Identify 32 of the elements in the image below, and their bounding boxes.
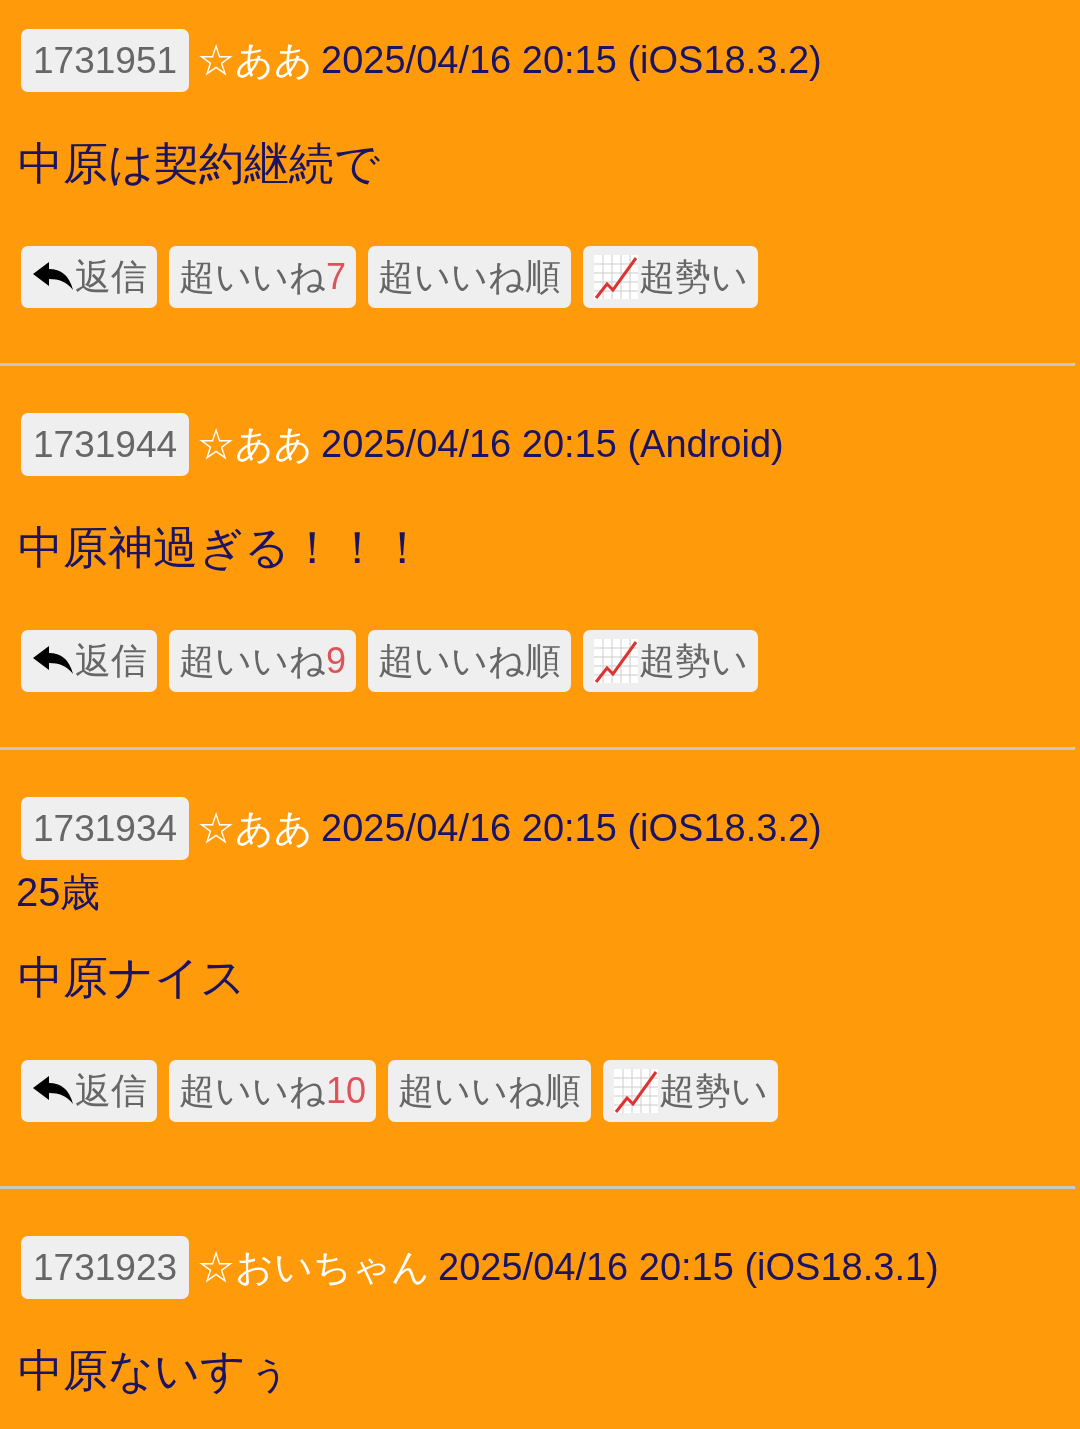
poster-name: ☆ああ bbox=[197, 422, 314, 467]
poster-name: ☆ああ bbox=[197, 806, 314, 851]
trend-button[interactable]: 超勢い bbox=[603, 1060, 779, 1122]
trend-button[interactable]: 超勢い bbox=[583, 246, 759, 308]
reply-button[interactable]: 返信 bbox=[21, 246, 157, 308]
sort-button[interactable]: 超いいね順 bbox=[368, 246, 572, 308]
like-button[interactable]: 超いいね7 bbox=[169, 246, 357, 308]
reply-button[interactable]: 返信 bbox=[21, 630, 157, 692]
trend-button[interactable]: 超勢い bbox=[583, 630, 759, 692]
post-body: 中原神過ぎる！！！ bbox=[17, 521, 426, 575]
post-number[interactable]: 1731944 bbox=[21, 413, 190, 476]
poster-name: ☆おいちゃん bbox=[197, 1245, 431, 1290]
like-button[interactable]: 超いいね9 bbox=[169, 630, 357, 692]
chart-icon bbox=[593, 254, 640, 300]
post-meta: 2025/04/16 20:15 (iOS18.3.1) bbox=[438, 1245, 939, 1290]
chart-icon bbox=[613, 1068, 660, 1114]
post-number[interactable]: 1731951 bbox=[21, 29, 190, 92]
reply-button[interactable]: 返信 bbox=[21, 1060, 157, 1122]
post-number[interactable]: 1731923 bbox=[21, 1236, 190, 1299]
post-meta: 2025/04/16 20:15 (iOS18.3.2) bbox=[321, 38, 822, 83]
post-body: 中原ないすぅ bbox=[17, 1344, 293, 1398]
post-meta: 2025/04/16 20:15 (Android) bbox=[321, 422, 784, 467]
like-button[interactable]: 超いいね10 bbox=[169, 1060, 377, 1122]
post-note: 25歳 bbox=[15, 869, 102, 916]
post-body: 中原ナイス bbox=[17, 951, 247, 1005]
post-number[interactable]: 1731934 bbox=[21, 797, 190, 860]
post-meta: 2025/04/16 20:15 (iOS18.3.2) bbox=[321, 806, 822, 851]
chart-icon bbox=[593, 638, 640, 684]
post-body: 中原は契約継続で bbox=[17, 137, 381, 191]
sort-button[interactable]: 超いいね順 bbox=[368, 630, 572, 692]
poster-name: ☆ああ bbox=[197, 38, 314, 83]
sort-button[interactable]: 超いいね順 bbox=[388, 1060, 592, 1122]
